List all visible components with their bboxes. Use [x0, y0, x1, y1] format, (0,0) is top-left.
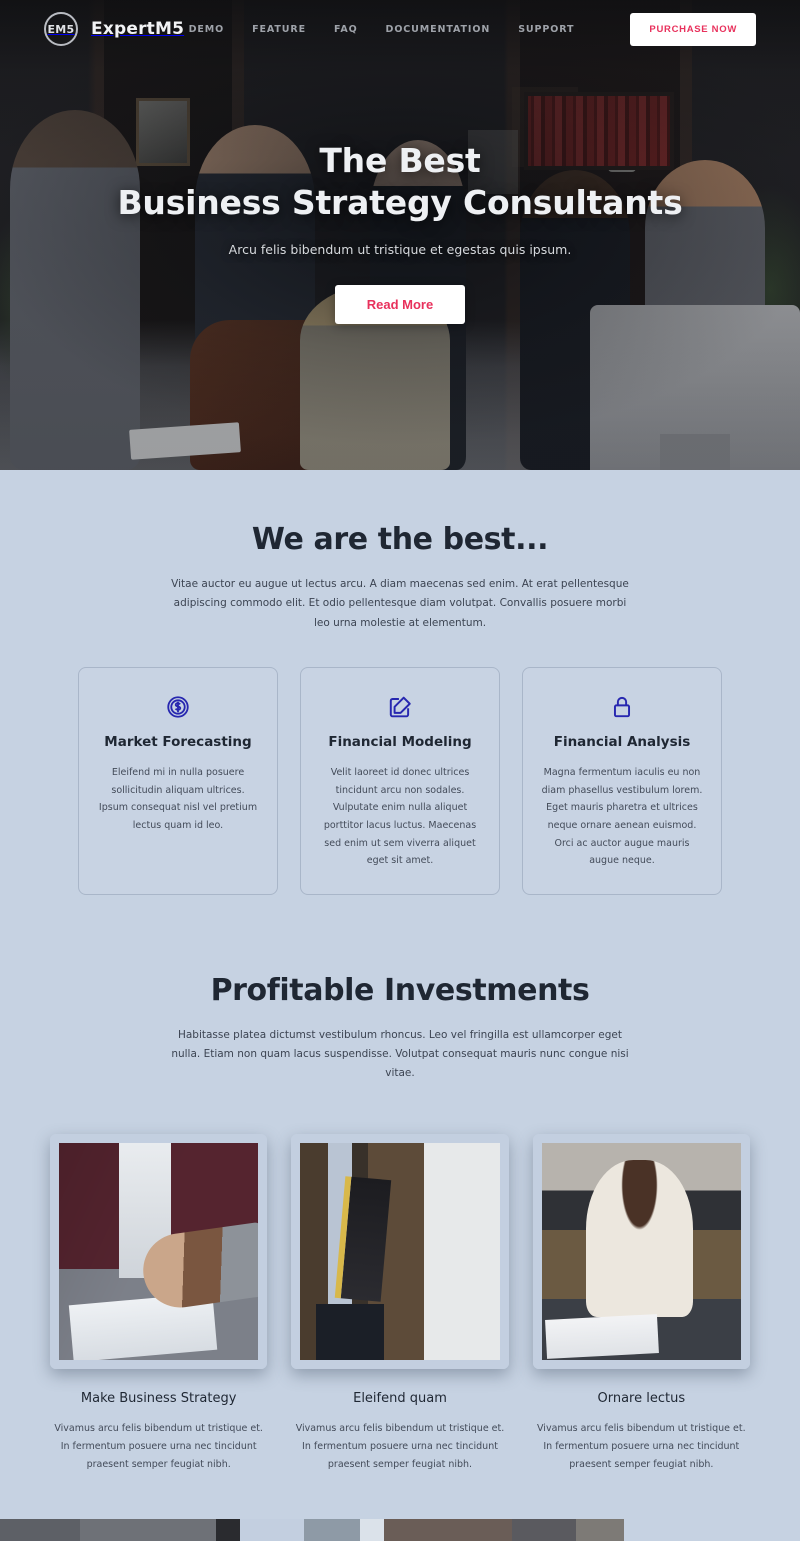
purchase-now-button[interactable]: PURCHASE NOW	[630, 12, 756, 46]
feature-card-title: Financial Modeling	[328, 734, 472, 751]
edit-square-icon	[319, 694, 481, 720]
brand-mark-icon: EM5	[44, 12, 78, 46]
brand-logo-link[interactable]: EM5 ExpertM5	[44, 12, 184, 46]
feature-card-title: Financial Analysis	[553, 734, 691, 751]
feature-card-market-forecasting[interactable]: Market Forecasting Eleifend mi in nulla …	[78, 667, 278, 895]
nav-item-documentation[interactable]: DOCUMENTATION	[386, 24, 491, 35]
businessman-folders-photo	[300, 1142, 500, 1361]
dollar-circle-icon	[97, 694, 259, 720]
main-navbar: EM5 ExpertM5 DEMO FEATURE FAQ DOCUMENTAT…	[0, 0, 800, 58]
hero-title-line-1: The Best	[319, 141, 481, 180]
hero-section: EM5 ExpertM5 DEMO FEATURE FAQ DOCUMENTAT…	[0, 0, 800, 470]
next-section-photo-peek	[0, 1519, 800, 1541]
investment-item-ornare-lectus[interactable]: Ornare lectus Vivamus arcu felis bibendu…	[532, 1133, 750, 1474]
nav-item-faq[interactable]: FAQ	[334, 24, 358, 35]
hero-subtitle: Arcu felis bibendum ut tristique et eges…	[228, 242, 572, 258]
woman-at-desk-photo	[541, 1142, 741, 1361]
best-section-description: Vitae auctor eu augue ut lectus arcu. A …	[171, 578, 629, 629]
hero-title: The Best Business Strategy Consultants	[0, 140, 800, 224]
brand-name-label: ExpertM5	[91, 19, 185, 39]
feature-card-financial-analysis[interactable]: Financial Analysis Magna fermentum iacul…	[522, 667, 722, 895]
nav-links: DEMO FEATURE FAQ DOCUMENTATION SUPPORT P…	[189, 12, 756, 46]
investment-item-title: Ornare lectus	[597, 1391, 686, 1407]
investments-section-description: Habitasse platea dictumst vestibulum rho…	[171, 1028, 629, 1080]
investments-grid: Make Business Strategy Vivamus arcu feli…	[0, 1133, 800, 1474]
nav-item-support[interactable]: SUPPORT	[518, 24, 574, 35]
investment-item-eleifend-quam[interactable]: Eleifend quam Vivamus arcu felis bibendu…	[291, 1133, 509, 1474]
feature-card-financial-modeling[interactable]: Financial Modeling Velit laoreet id done…	[300, 667, 500, 895]
lock-icon	[541, 694, 703, 720]
investment-item-make-business-strategy[interactable]: Make Business Strategy Vivamus arcu feli…	[50, 1133, 268, 1474]
investment-item-title: Eleifend quam	[353, 1391, 447, 1407]
investment-item-body: Vivamus arcu felis bibendum ut tristique…	[537, 1423, 746, 1471]
investments-section-title: Profitable Investments	[210, 972, 590, 1008]
investment-item-body: Vivamus arcu felis bibendum ut tristique…	[54, 1423, 263, 1471]
feature-card-body: Velit laoreet id donec ultrices tincidun…	[323, 767, 477, 867]
feature-card-title: Market Forecasting	[104, 734, 252, 751]
feature-cards: Market Forecasting Eleifend mi in nulla …	[0, 667, 800, 895]
best-section-title: We are the best...	[251, 522, 549, 557]
handshake-photo	[59, 1142, 259, 1361]
investment-image-frame	[50, 1133, 268, 1370]
feature-card-body: Eleifend mi in nulla posuere sollicitudi…	[98, 767, 258, 831]
investment-image-frame	[532, 1133, 750, 1370]
hero-title-line-2: Business Strategy Consultants	[117, 183, 683, 223]
we-are-the-best-section: We are the best... Vitae auctor eu augue…	[0, 470, 800, 895]
investment-item-body: Vivamus arcu felis bibendum ut tristique…	[295, 1423, 505, 1471]
investment-item-title: Make Business Strategy	[80, 1391, 237, 1407]
feature-card-body: Magna fermentum iaculis eu non diam phas…	[541, 767, 703, 867]
nav-item-feature[interactable]: FEATURE	[252, 24, 306, 35]
nav-item-demo[interactable]: DEMO	[189, 24, 225, 35]
read-more-button[interactable]: Read More	[334, 285, 466, 325]
document-decoration	[68, 1293, 217, 1361]
investment-image-frame	[291, 1133, 509, 1370]
profitable-investments-section: Profitable Investments Habitasse platea …	[0, 894, 800, 1541]
